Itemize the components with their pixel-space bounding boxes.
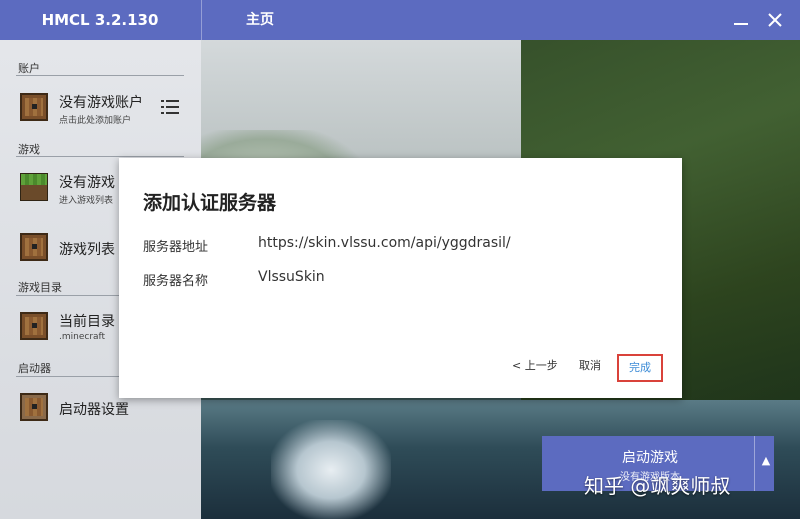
section-divider <box>16 75 184 76</box>
server-address-label: 服务器地址 <box>143 240 209 255</box>
launch-divider <box>754 436 755 491</box>
server-address-value: https://skin.vlssu.com/api/yggdrasil/ <box>258 235 511 251</box>
water-glare <box>271 420 391 519</box>
chest-icon <box>20 312 48 340</box>
chest-icon <box>20 93 48 121</box>
chest-icon <box>20 233 48 261</box>
server-name-label: 服务器名称 <box>143 274 209 289</box>
section-label-launcher: 启动器 <box>18 362 51 375</box>
cancel-button[interactable]: 取消 <box>579 357 601 373</box>
server-name-value: VlssuSkin <box>258 269 325 285</box>
sidebar-item-sublabel: .minecraft <box>59 332 106 342</box>
settings-chest-icon <box>20 393 48 421</box>
sidebar-item-sublabel: 进入游戏列表 <box>59 196 114 206</box>
section-divider <box>16 156 184 157</box>
title-divider <box>201 0 202 40</box>
sidebar-item-label: 当前目录 <box>59 314 115 330</box>
grass-block-icon <box>20 173 48 201</box>
minimize-icon[interactable] <box>729 8 753 32</box>
sidebar-item-label: 启动器设置 <box>59 402 129 418</box>
section-label-game: 游戏 <box>18 143 40 156</box>
sidebar-item-sublabel: 点击此处添加账户 <box>59 116 132 126</box>
sidebar-item-label: 游戏列表 <box>59 242 115 258</box>
title-bar: HMCL 3.2.130 主页 <box>0 0 800 40</box>
version-menu-arrow-icon[interactable]: ▲ <box>758 454 774 467</box>
section-label-account: 账户 <box>18 62 40 75</box>
launch-label: 启动游戏 <box>622 450 678 466</box>
sidebar-item-label: 没有游戏 <box>59 175 115 191</box>
account-menu-icon[interactable] <box>161 99 179 115</box>
section-label-game-dir: 游戏目录 <box>18 281 62 294</box>
add-auth-server-dialog: 添加认证服务器 服务器地址 https://skin.vlssu.com/api… <box>119 158 682 398</box>
done-button[interactable]: 完成 <box>617 354 663 382</box>
page-title: 主页 <box>246 12 274 28</box>
app-title: HMCL 3.2.130 <box>41 11 159 29</box>
watermark: 知乎 @飒爽师叔 <box>584 474 731 498</box>
back-button[interactable]: < 上一步 <box>512 357 558 373</box>
sidebar-item-label: 没有游戏账户 <box>59 95 143 111</box>
close-icon[interactable] <box>763 8 787 32</box>
dialog-title: 添加认证服务器 <box>143 192 277 214</box>
